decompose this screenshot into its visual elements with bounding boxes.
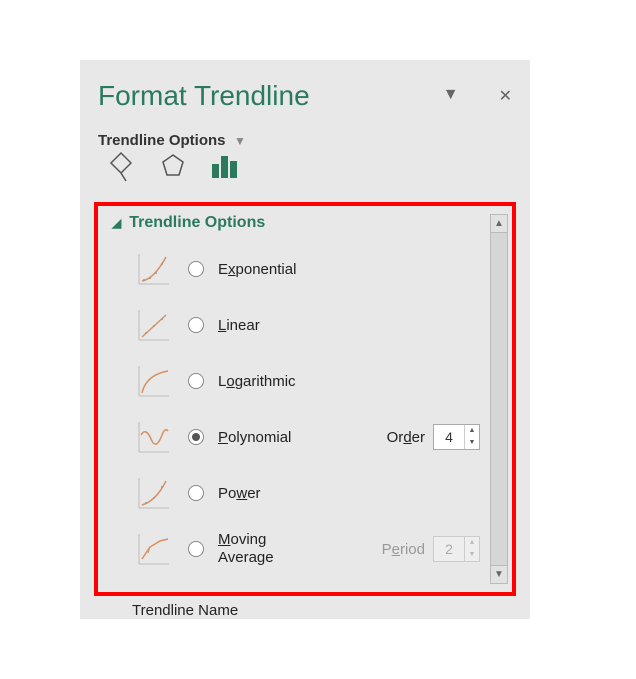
format-trendline-panel: Format Trendline ▼ ✕ Trendline Options ▼… [80, 60, 530, 619]
radio-linear[interactable] [188, 317, 204, 333]
period-down-icon: ▼ [465, 549, 479, 561]
period-up-icon: ▲ [465, 537, 479, 549]
chevron-down-icon: ▼ [234, 134, 246, 148]
order-down-icon[interactable]: ▼ [465, 437, 479, 449]
panel-dropdown-icon[interactable]: ▼ [443, 86, 459, 106]
category-icon-row [98, 150, 512, 184]
order-param: Order 4 ▲ ▼ [387, 424, 480, 450]
scroll-up-icon[interactable]: ▲ [491, 215, 507, 233]
section-header[interactable]: ◢ Trendline Options [112, 214, 508, 232]
power-curve-icon [134, 473, 174, 513]
radio-logarithmic[interactable] [188, 373, 204, 389]
subtitle-label: Trendline Options [98, 132, 226, 149]
close-icon[interactable]: ✕ [499, 86, 512, 106]
label-logarithmic: Logarithmic [218, 373, 296, 390]
collapse-caret-icon: ◢ [112, 216, 121, 230]
option-exponential[interactable]: Exponential [112, 248, 508, 290]
option-polynomial[interactable]: Polynomial Order 4 ▲ ▼ [112, 416, 508, 458]
radio-power[interactable] [188, 485, 204, 501]
bar-chart-icon[interactable] [208, 150, 242, 184]
radio-exponential[interactable] [188, 261, 204, 277]
panel-title: Format Trendline [98, 80, 310, 112]
order-up-icon[interactable]: ▲ [465, 425, 479, 437]
option-moving-average[interactable]: MovingAverage Period 2 ▲ ▼ [112, 528, 508, 570]
scroll-down-icon[interactable]: ▼ [491, 565, 507, 583]
exponential-curve-icon [134, 249, 174, 289]
fill-line-icon[interactable] [104, 150, 138, 184]
scrollbar[interactable]: ▲ ▼ [490, 214, 508, 584]
label-power: Power [218, 485, 261, 502]
polynomial-curve-icon [134, 417, 174, 457]
period-label: Period [382, 541, 425, 558]
label-linear: Linear [218, 317, 260, 334]
option-power[interactable]: Power [112, 472, 508, 514]
label-exponential: Exponential [218, 261, 296, 278]
radio-moving-average[interactable] [188, 541, 204, 557]
section-title: Trendline Options [129, 214, 265, 232]
trendline-options-box: ▲ ▼ ◢ Trendline Options Exponential Line… [94, 202, 516, 596]
label-moving-average: MovingAverage [218, 531, 274, 567]
order-value[interactable]: 4 [434, 429, 464, 445]
subtitle-row[interactable]: Trendline Options ▼ [98, 132, 512, 150]
trendline-name-label: Trendline Name [98, 596, 512, 619]
period-param: Period 2 ▲ ▼ [382, 536, 480, 562]
option-linear[interactable]: Linear [112, 304, 508, 346]
label-polynomial: Polynomial [218, 429, 291, 446]
radio-polynomial[interactable] [188, 429, 204, 445]
moving-average-curve-icon [134, 529, 174, 569]
linear-curve-icon [134, 305, 174, 345]
order-spinner[interactable]: 4 ▲ ▼ [433, 424, 480, 450]
effects-icon[interactable] [156, 150, 190, 184]
period-value: 2 [434, 541, 464, 557]
header-controls: ▼ ✕ [443, 86, 512, 106]
period-spinner: 2 ▲ ▼ [433, 536, 480, 562]
logarithmic-curve-icon [134, 361, 174, 401]
option-logarithmic[interactable]: Logarithmic [112, 360, 508, 402]
panel-header: Format Trendline ▼ ✕ [98, 80, 512, 112]
order-label: Order [387, 429, 425, 446]
